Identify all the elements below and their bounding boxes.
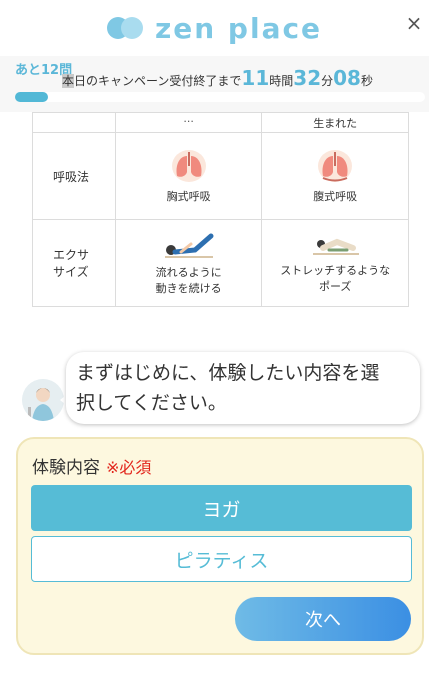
chat-message-line: 択してください。 — [76, 392, 227, 414]
pilates-pose-icon — [164, 233, 214, 258]
table-row: エクサ サイズ 流れるように 動きを続ける ストレッチするような ポーズ — [32, 219, 409, 307]
brand-name: zen place — [154, 11, 323, 45]
option-pilates-button[interactable]: ピラティス — [31, 536, 412, 582]
table-cell: 腹式呼吸 — [261, 132, 409, 220]
row-label-line: エクサ — [53, 248, 90, 262]
form-title-label: 体験内容 — [32, 458, 100, 478]
cell-text: ストレッチするような — [280, 264, 391, 277]
chat-bubble: まずはじめに、体験したい内容を選 択してください。 — [66, 352, 420, 424]
table-cell: 流れるように 動きを続ける — [114, 219, 263, 307]
progress-bar — [15, 92, 425, 102]
instructor-avatar-icon — [22, 379, 64, 421]
progress-fill — [15, 92, 48, 102]
avatar — [22, 379, 64, 421]
row-label — [32, 112, 116, 133]
table-cell: ストレッチするような ポーズ — [261, 219, 409, 307]
header: zen place × — [0, 0, 429, 56]
countdown-prefix: 日のキャンペーン受付終了まで — [74, 74, 242, 88]
table-cell: 生まれた — [261, 112, 409, 133]
close-icon[interactable]: × — [405, 13, 423, 33]
comparison-table: ... 生まれた 呼吸法 胸式呼吸 腹式呼吸 エクサ サイズ 流れるように 動き… — [32, 112, 409, 307]
table-row: ... 生まれた — [32, 112, 409, 133]
yoga-pose-icon — [313, 238, 360, 255]
campaign-bar: あと12問 本日のキャンペーン受付終了まで11時間32分08秒 — [0, 56, 429, 112]
countdown-minutes: 32 — [293, 66, 322, 90]
minutes-unit: 分 — [321, 74, 334, 88]
cell-text: ポーズ — [318, 280, 352, 293]
countdown-seconds: 08 — [333, 66, 361, 90]
row-label-line: サイズ — [53, 265, 89, 279]
hours-unit: 時間 — [269, 74, 294, 88]
option-yoga-button[interactable]: ヨガ — [31, 485, 412, 531]
table-row: 呼吸法 胸式呼吸 腹式呼吸 — [32, 132, 409, 220]
cell-text: 生まれた — [313, 116, 358, 130]
countdown-hours: 11 — [241, 66, 270, 90]
form-title: 体験内容 ※必須 — [32, 453, 151, 478]
chest-breathing-lungs-icon — [171, 150, 206, 182]
campaign-countdown: 本日のキャンペーン受付終了まで11時間32分08秒 — [62, 66, 373, 90]
seconds-unit: 秒 — [360, 74, 373, 88]
row-label: 呼吸法 — [32, 132, 116, 220]
required-label: ※必須 — [106, 458, 152, 477]
cell-text: 胸式呼吸 — [166, 190, 211, 203]
cell-text: 動きを続ける — [155, 282, 222, 295]
cell-text: 流れるように — [155, 266, 222, 279]
logo: zen place — [106, 11, 323, 45]
form-card: 体験内容 ※必須 ヨガ ピラティス 次へ — [16, 437, 424, 655]
countdown-prefix-highlight: 本 — [62, 74, 75, 88]
belly-breathing-lungs-icon — [318, 150, 353, 182]
row-label: エクサ サイズ — [32, 219, 116, 307]
logo-mark-icon — [106, 16, 145, 40]
cell-text: ... — [183, 112, 194, 125]
table-cell: 胸式呼吸 — [114, 132, 263, 220]
cell-text: 腹式呼吸 — [313, 190, 358, 203]
next-button[interactable]: 次へ — [235, 597, 411, 641]
table-cell: ... — [114, 112, 263, 133]
chat-message-line: まずはじめに、体験したい内容を選 — [76, 362, 380, 384]
